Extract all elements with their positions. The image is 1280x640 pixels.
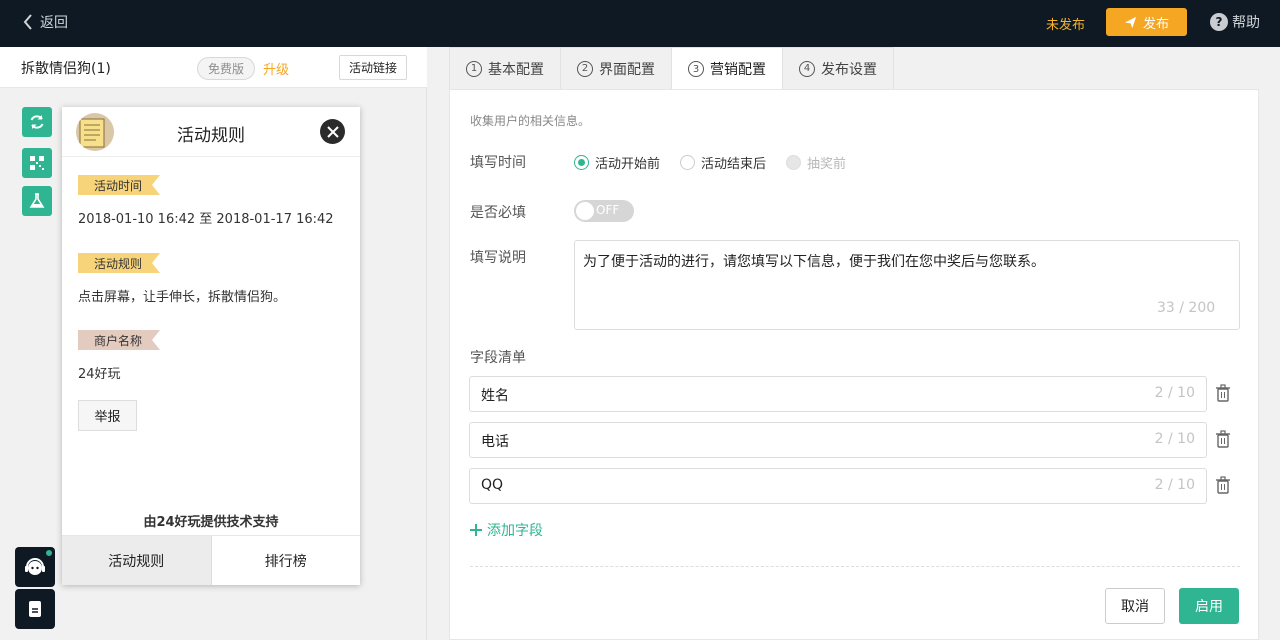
field-counter: 2 / 10 — [1154, 431, 1195, 447]
section-tag-rules: 活动规则 — [78, 253, 160, 273]
config-tabs: 1 基本配置 2 界面配置 3 营销配置 4 发布设置 — [449, 47, 894, 90]
radio-checked-icon — [574, 155, 589, 170]
enable-button[interactable]: 启用 — [1179, 588, 1239, 624]
step-number: 4 — [799, 60, 815, 77]
section-tag-merchant: 商户名称 — [78, 330, 160, 350]
note-counter: 33 / 200 — [1157, 300, 1216, 316]
radio-before-start[interactable]: 活动开始前 — [574, 153, 660, 172]
note-text: 为了便于活动的进行，请您填写以下信息，便于我们在您中奖后与您联系。 — [583, 254, 1045, 270]
refresh-button[interactable] — [22, 107, 52, 137]
step-number: 1 — [466, 60, 482, 77]
tab-rules[interactable]: 活动规则 — [62, 536, 212, 585]
top-bar: 返回 未发布 发布 ? 帮助 — [0, 0, 1280, 47]
tab-marketing-config[interactable]: 3 营销配置 — [671, 47, 783, 90]
close-button[interactable] — [320, 119, 345, 144]
radio-disabled-icon — [786, 155, 801, 170]
radio-label: 抽奖前 — [807, 157, 847, 172]
cancel-button[interactable]: 取消 — [1105, 588, 1165, 624]
field-counter: 2 / 10 — [1154, 385, 1195, 401]
field-input-name[interactable]: 姓名 2 / 10 — [469, 376, 1207, 412]
field-value: 电话 — [481, 434, 509, 450]
radio-before-draw: 抽奖前 — [786, 153, 846, 172]
tab-publish-settings[interactable]: 4 发布设置 — [782, 47, 894, 89]
card-tabs: 活动规则 排行榜 — [62, 535, 360, 585]
refresh-icon — [30, 115, 44, 129]
field-value: 姓名 — [481, 388, 509, 404]
radio-label: 活动开始前 — [595, 157, 661, 172]
toggle-text: OFF — [596, 203, 620, 217]
radio-label: 活动结束后 — [701, 157, 767, 172]
back-label: 返回 — [40, 15, 68, 31]
panel-description: 收集用户的相关信息。 — [470, 114, 591, 128]
field-value: QQ — [481, 477, 504, 493]
publish-status: 未发布 — [1046, 18, 1086, 33]
field-input-qq[interactable]: QQ 2 / 10 — [469, 468, 1207, 504]
tab-label: 营销配置 — [710, 62, 766, 78]
qrcode-icon — [30, 156, 44, 170]
document-button[interactable] — [15, 589, 55, 629]
tab-label: 发布设置 — [821, 61, 877, 78]
customer-service-button[interactable] — [15, 547, 55, 587]
rules-card-title: 活动规则 — [177, 126, 245, 146]
field-counter: 2 / 10 — [1154, 477, 1195, 493]
free-edition-badge: 免费版 — [197, 57, 255, 80]
fields-label: 字段清单 — [470, 350, 526, 366]
rules-card-header: 活动规则 — [62, 107, 360, 157]
section-text-time: 2018-01-10 16:42 至 2018-01-17 16:42 — [78, 212, 334, 227]
required-toggle[interactable]: OFF — [574, 200, 634, 222]
headset-icon — [25, 558, 45, 575]
field-input-phone[interactable]: 电话 2 / 10 — [469, 422, 1207, 458]
help-icon: ? — [1210, 13, 1228, 31]
tab-leaderboard[interactable]: 排行榜 — [212, 536, 361, 585]
plus-icon — [470, 524, 482, 536]
divider — [470, 566, 1240, 567]
tab-ui-config[interactable]: 2 界面配置 — [560, 47, 672, 89]
section-tag-time: 活动时间 — [78, 175, 160, 195]
test-button[interactable] — [22, 186, 52, 216]
trash-icon[interactable] — [1215, 430, 1231, 448]
publish-button[interactable]: 发布 — [1106, 8, 1187, 36]
document-icon — [29, 601, 41, 617]
upgrade-link[interactable]: 升级 — [263, 59, 289, 78]
section-text-rules: 点击屏幕，让手伸长，拆散情侣狗。 — [78, 290, 287, 305]
qrcode-button[interactable] — [22, 148, 52, 178]
marketing-config-panel: 收集用户的相关信息。 填写时间 活动开始前 活动结束后 抽奖前 是否必填 OFF… — [449, 89, 1259, 640]
flask-icon — [29, 193, 45, 208]
trash-icon[interactable] — [1215, 384, 1231, 402]
send-icon — [1124, 16, 1137, 28]
report-button[interactable]: 举报 — [78, 400, 137, 431]
tab-label: 基本配置 — [488, 61, 544, 78]
publish-label: 发布 — [1142, 16, 1169, 32]
step-number: 2 — [577, 60, 593, 77]
help-button[interactable]: ? 帮助 — [1210, 12, 1260, 32]
fill-time-label: 填写时间 — [470, 155, 526, 171]
toggle-knob — [576, 202, 594, 220]
note-label: 填写说明 — [470, 250, 526, 266]
step-number: 3 — [688, 61, 704, 77]
back-button[interactable]: 返回 — [22, 12, 68, 32]
note-textarea[interactable]: 为了便于活动的进行，请您填写以下信息，便于我们在您中奖后与您联系。 — [574, 240, 1240, 330]
support-text: 由24好玩提供技术支持 — [143, 515, 279, 530]
chevron-left-icon — [23, 14, 32, 30]
online-dot — [46, 550, 52, 556]
tab-basic-config[interactable]: 1 基本配置 — [449, 47, 561, 89]
tab-label: 界面配置 — [599, 61, 655, 78]
help-label: 帮助 — [1232, 15, 1260, 31]
add-field-label: 添加字段 — [487, 523, 543, 539]
radio-after-end[interactable]: 活动结束后 — [680, 153, 766, 172]
rules-card: 活动规则 活动时间 2018-01-10 16:42 至 2018-01-17 … — [62, 107, 360, 585]
preview-header: 拆散情侣狗(1) 免费版 升级 活动链接 — [0, 47, 427, 88]
trash-icon[interactable] — [1215, 476, 1231, 494]
add-field-button[interactable]: 添加字段 — [469, 520, 543, 540]
radio-unchecked-icon — [680, 155, 695, 170]
activity-link-button[interactable]: 活动链接 — [339, 55, 407, 80]
close-icon — [326, 125, 339, 138]
section-text-merchant: 24好玩 — [78, 367, 121, 382]
activity-title: 拆散情侣狗(1) — [21, 61, 111, 77]
required-label: 是否必填 — [470, 205, 526, 221]
